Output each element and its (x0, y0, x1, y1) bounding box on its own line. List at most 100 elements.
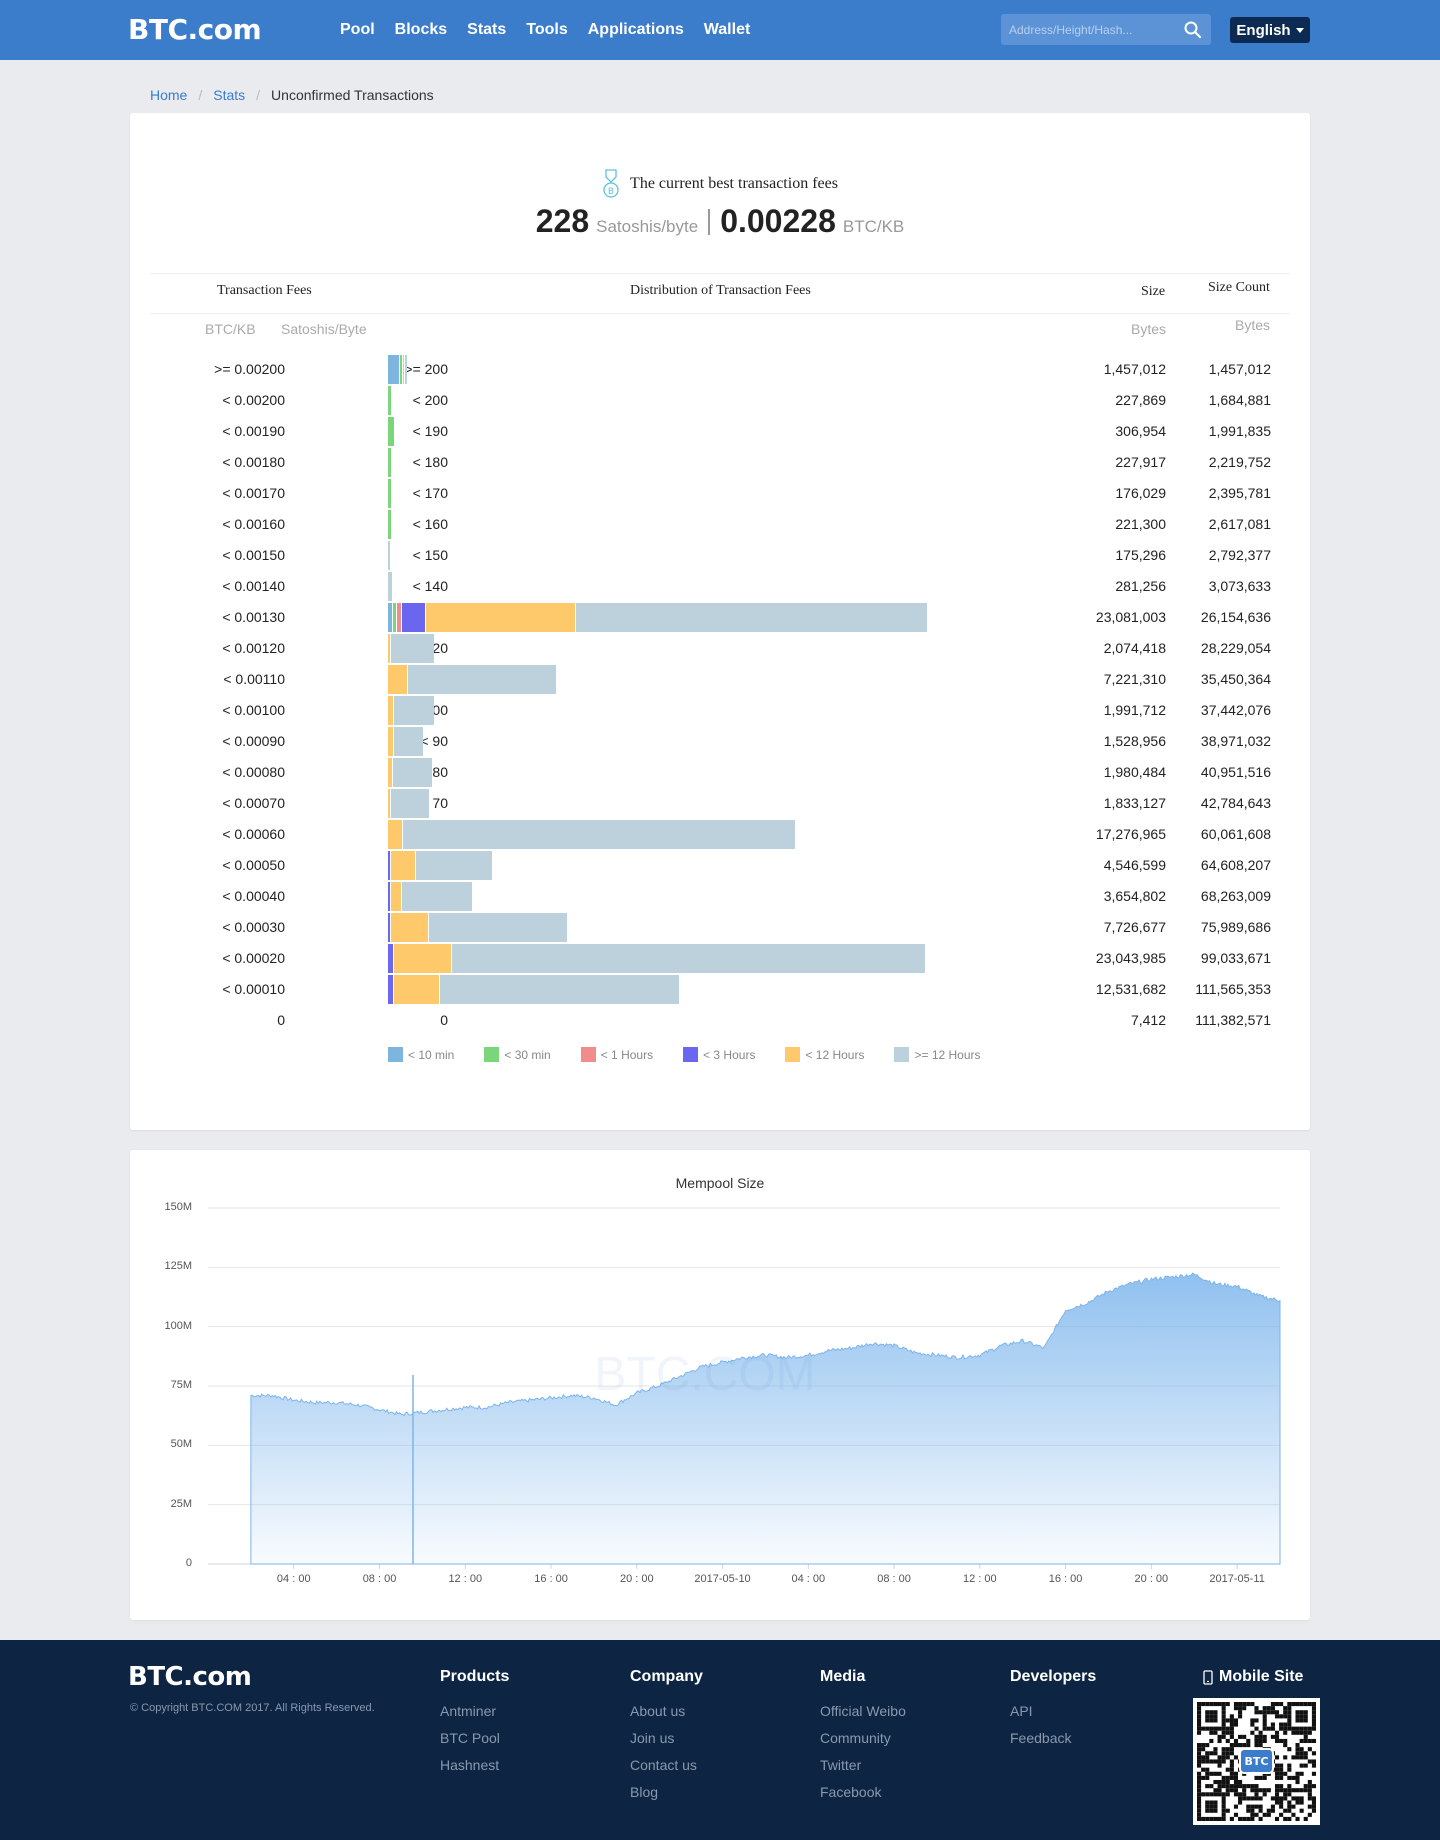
nav-stats[interactable]: Stats (467, 21, 506, 39)
legend-swatch (580, 1047, 596, 1062)
footer-link[interactable]: Join us (630, 1730, 703, 1746)
distribution-bar[interactable] (388, 479, 392, 508)
nav-wallet[interactable]: Wallet (704, 21, 751, 39)
distribution-bar[interactable] (388, 448, 392, 477)
qr-module (1229, 1734, 1234, 1739)
mobile-site-link[interactable]: Mobile Site (1203, 1668, 1303, 1686)
distribution-legend: < 10 min < 30 min < 1 Hours < 3 Hours < 12 H… (388, 1047, 1011, 1062)
footer-link[interactable]: Community (820, 1730, 906, 1746)
breadcrumb-home[interactable]: Home (150, 87, 187, 103)
distribution-bar[interactable] (388, 417, 395, 446)
distribution-bar[interactable] (388, 758, 433, 787)
qr-module (1274, 1730, 1280, 1735)
footer-link[interactable]: Antminer (440, 1703, 509, 1719)
search-icon[interactable] (1183, 20, 1203, 40)
qr-module (1307, 1738, 1312, 1744)
qr-module (1201, 1726, 1206, 1731)
distribution-bar[interactable] (388, 944, 925, 973)
qr-module (1311, 1759, 1316, 1764)
footer-link[interactable]: About us (630, 1703, 703, 1719)
subheader-count-bytes: Bytes (1235, 317, 1271, 333)
qr-module (1262, 1792, 1267, 1797)
legend-item[interactable]: < 12 Hours (785, 1047, 864, 1062)
distribution-bar[interactable] (388, 727, 424, 756)
fee-size: 175,296 (1115, 547, 1166, 563)
distribution-bar[interactable] (388, 634, 434, 663)
qr-module (1287, 1767, 1292, 1772)
qr-module (1225, 1792, 1230, 1797)
footer-link[interactable]: Official Weibo (820, 1703, 906, 1719)
distribution-bar[interactable] (388, 975, 679, 1004)
nav-pool[interactable]: Pool (340, 21, 375, 39)
qr-module (1258, 1738, 1263, 1744)
legend-item[interactable]: < 1 Hours (580, 1047, 653, 1062)
fee-btc-kb: < 0.00050 (222, 857, 285, 873)
distribution-bar[interactable] (388, 789, 430, 818)
footer-link[interactable]: Hashnest (440, 1757, 509, 1773)
qr-module (1197, 1714, 1202, 1719)
distribution-bar[interactable] (388, 913, 567, 942)
distribution-bar[interactable] (388, 355, 408, 384)
language-dropdown[interactable]: English (1230, 17, 1310, 43)
fee-btc-kb: < 0.00070 (222, 795, 285, 811)
nav-tools[interactable]: Tools (526, 21, 567, 39)
legend-item[interactable]: >= 12 Hours (894, 1047, 981, 1062)
distribution-bar[interactable] (388, 541, 391, 570)
qr-module (1291, 1730, 1296, 1735)
legend-item[interactable]: < 30 min (484, 1047, 551, 1062)
qr-module (1242, 1792, 1247, 1797)
nav-applications[interactable]: Applications (588, 21, 684, 39)
footer-logo[interactable]: BTC.com (128, 1662, 252, 1692)
distribution-bar[interactable] (388, 386, 392, 415)
qr-module (1262, 1726, 1267, 1731)
qr-module (1274, 1775, 1280, 1780)
qr-module (1270, 1804, 1275, 1809)
distribution-bar[interactable] (388, 851, 493, 880)
qr-module (1299, 1710, 1304, 1715)
qr-module (1295, 1747, 1300, 1752)
footer-link[interactable]: API (1010, 1703, 1096, 1719)
distribution-segment (440, 975, 679, 1004)
footer-link[interactable]: Blog (630, 1784, 703, 1800)
fee-size-count: 40,951,516 (1200, 764, 1271, 780)
distribution-bar[interactable] (388, 882, 473, 911)
qr-module (1274, 1788, 1280, 1793)
footer-column: Developers API Feedback (1010, 1668, 1096, 1757)
search-input[interactable] (1001, 14, 1179, 45)
footer-link[interactable]: Facebook (820, 1784, 906, 1800)
qr-module (1254, 1743, 1259, 1748)
distribution-bar[interactable] (388, 665, 557, 694)
footer-link[interactable]: BTC Pool (440, 1730, 509, 1746)
footer-link[interactable]: Twitter (820, 1757, 906, 1773)
qr-module (1221, 1730, 1226, 1735)
footer-column: Company About us Join us Contact us Blog (630, 1668, 703, 1811)
legend-item[interactable]: < 10 min (388, 1047, 454, 1062)
distribution-segment (403, 820, 795, 849)
qr-module (1299, 1726, 1304, 1731)
legend-label: < 12 Hours (805, 1047, 865, 1062)
breadcrumb-stats[interactable]: Stats (213, 87, 245, 103)
fee-size-count: 99,033,671 (1200, 950, 1271, 966)
legend-item[interactable]: < 3 Hours (683, 1047, 755, 1062)
nav-blocks[interactable]: Blocks (395, 21, 447, 39)
chevron-down-icon (1295, 27, 1304, 33)
fee-size-count: 2,792,377 (1208, 547, 1271, 563)
qr-module (1279, 1788, 1284, 1793)
distribution-bar[interactable] (388, 696, 434, 725)
mempool-area-chart[interactable]: BTC.COM (130, 1150, 1310, 1620)
qr-module (1311, 1710, 1316, 1715)
qr-module (1217, 1734, 1222, 1739)
qr-module (1201, 1755, 1206, 1760)
distribution-bar[interactable] (388, 820, 795, 849)
distribution-bar[interactable] (388, 510, 392, 539)
distribution-bar[interactable] (388, 572, 392, 601)
qr-module (1225, 1730, 1230, 1735)
footer-link[interactable]: Contact us (630, 1757, 703, 1773)
qr-module (1221, 1759, 1226, 1764)
footer-link[interactable]: Feedback (1010, 1730, 1096, 1746)
fee-size: 23,081,003 (1095, 609, 1166, 625)
distribution-bar[interactable] (388, 603, 927, 632)
qr-module (1299, 1714, 1304, 1719)
qr-module (1303, 1751, 1308, 1756)
site-logo[interactable]: BTC.com (128, 13, 262, 46)
